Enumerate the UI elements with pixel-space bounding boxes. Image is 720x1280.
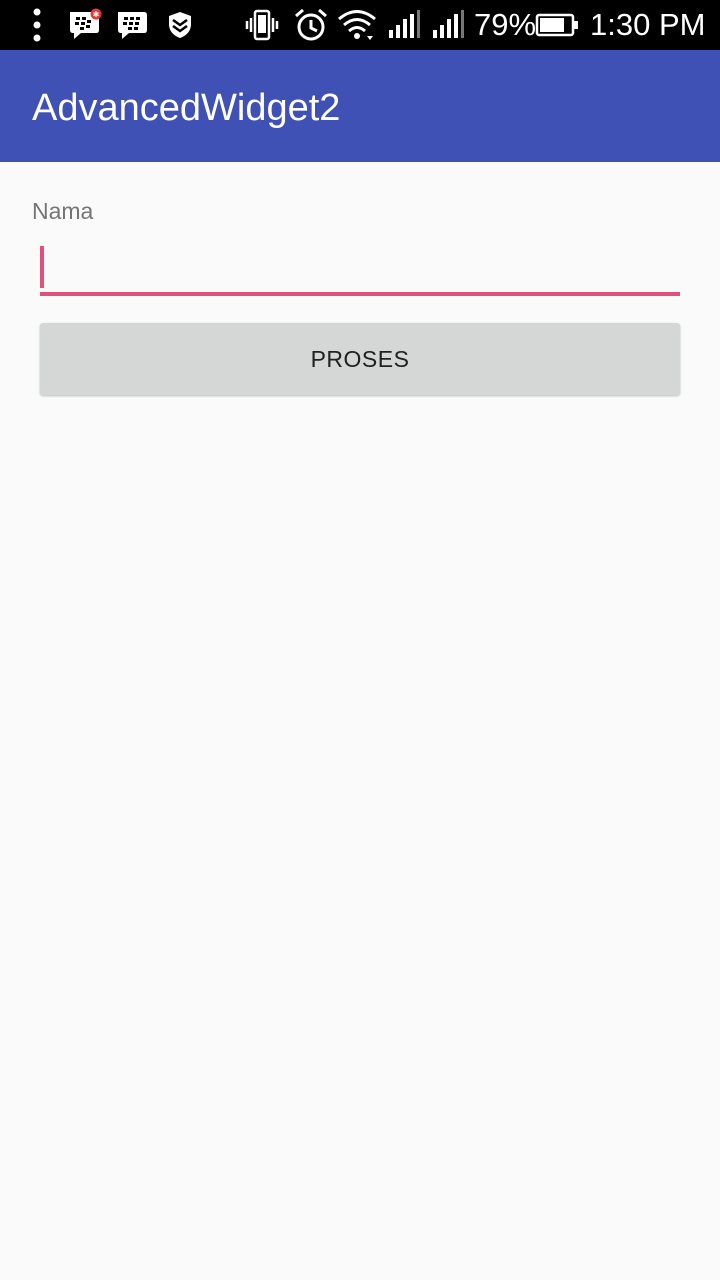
vibrate-icon [244,0,280,50]
signal-icon [430,0,466,50]
bbm-icon [114,0,150,50]
battery-percent: 79% [474,7,537,42]
clock: 1:30 PM [590,7,706,42]
app-bar: AdvancedWidget2 [0,50,720,162]
bbm-notification-icon: ✱ [66,0,104,50]
status-bar: ✱ 79% 1:30 PM [0,0,720,50]
alarm-icon [292,0,330,50]
svg-text:✱: ✱ [93,10,100,19]
text-cursor [40,246,44,288]
wifi-icon [336,0,378,50]
proses-button[interactable]: PROSES [40,323,680,395]
more-vert-icon[interactable] [26,0,48,50]
signal-icon [386,0,422,50]
name-input[interactable] [40,244,680,296]
main-content: Nama PROSES [0,162,720,1280]
page-title: AdvancedWidget2 [32,87,341,129]
battery-icon [534,0,580,50]
shield-icon [164,0,196,50]
name-field-label: Nama [32,198,94,224]
